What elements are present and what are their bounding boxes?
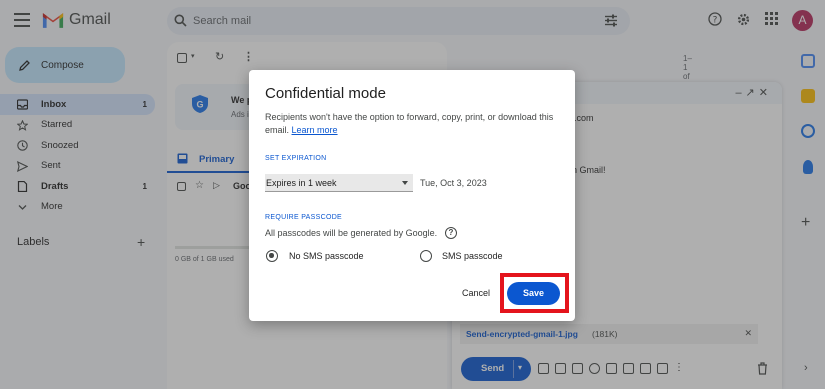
save-button[interactable]: Save — [507, 282, 560, 305]
no-sms-passcode-label[interactable]: No SMS passcode — [289, 251, 364, 261]
require-passcode-heading: REQUIRE PASSCODE — [265, 214, 343, 221]
cancel-button[interactable]: Cancel — [453, 282, 499, 304]
expiration-select[interactable]: Expires in 1 week — [265, 174, 413, 192]
expiration-value: Expires in 1 week — [266, 178, 337, 188]
learn-more-link[interactable]: Learn more — [292, 125, 338, 135]
sms-passcode-radio[interactable] — [420, 250, 432, 262]
confidential-mode-dialog: Confidential mode Recipients won't have … — [249, 70, 575, 321]
dialog-title: Confidential mode — [265, 85, 386, 102]
dropdown-arrow-icon — [402, 181, 408, 185]
dialog-description: Recipients won't have the option to forw… — [265, 111, 561, 137]
passcode-note: All passcodes will be generated by Googl… — [265, 228, 438, 238]
no-sms-passcode-radio[interactable] — [266, 250, 278, 262]
sms-passcode-label[interactable]: SMS passcode — [442, 251, 503, 261]
expiration-date: Tue, Oct 3, 2023 — [420, 178, 487, 188]
set-expiration-heading: SET EXPIRATION — [265, 155, 327, 162]
help-circle-icon[interactable]: ? — [445, 227, 457, 239]
